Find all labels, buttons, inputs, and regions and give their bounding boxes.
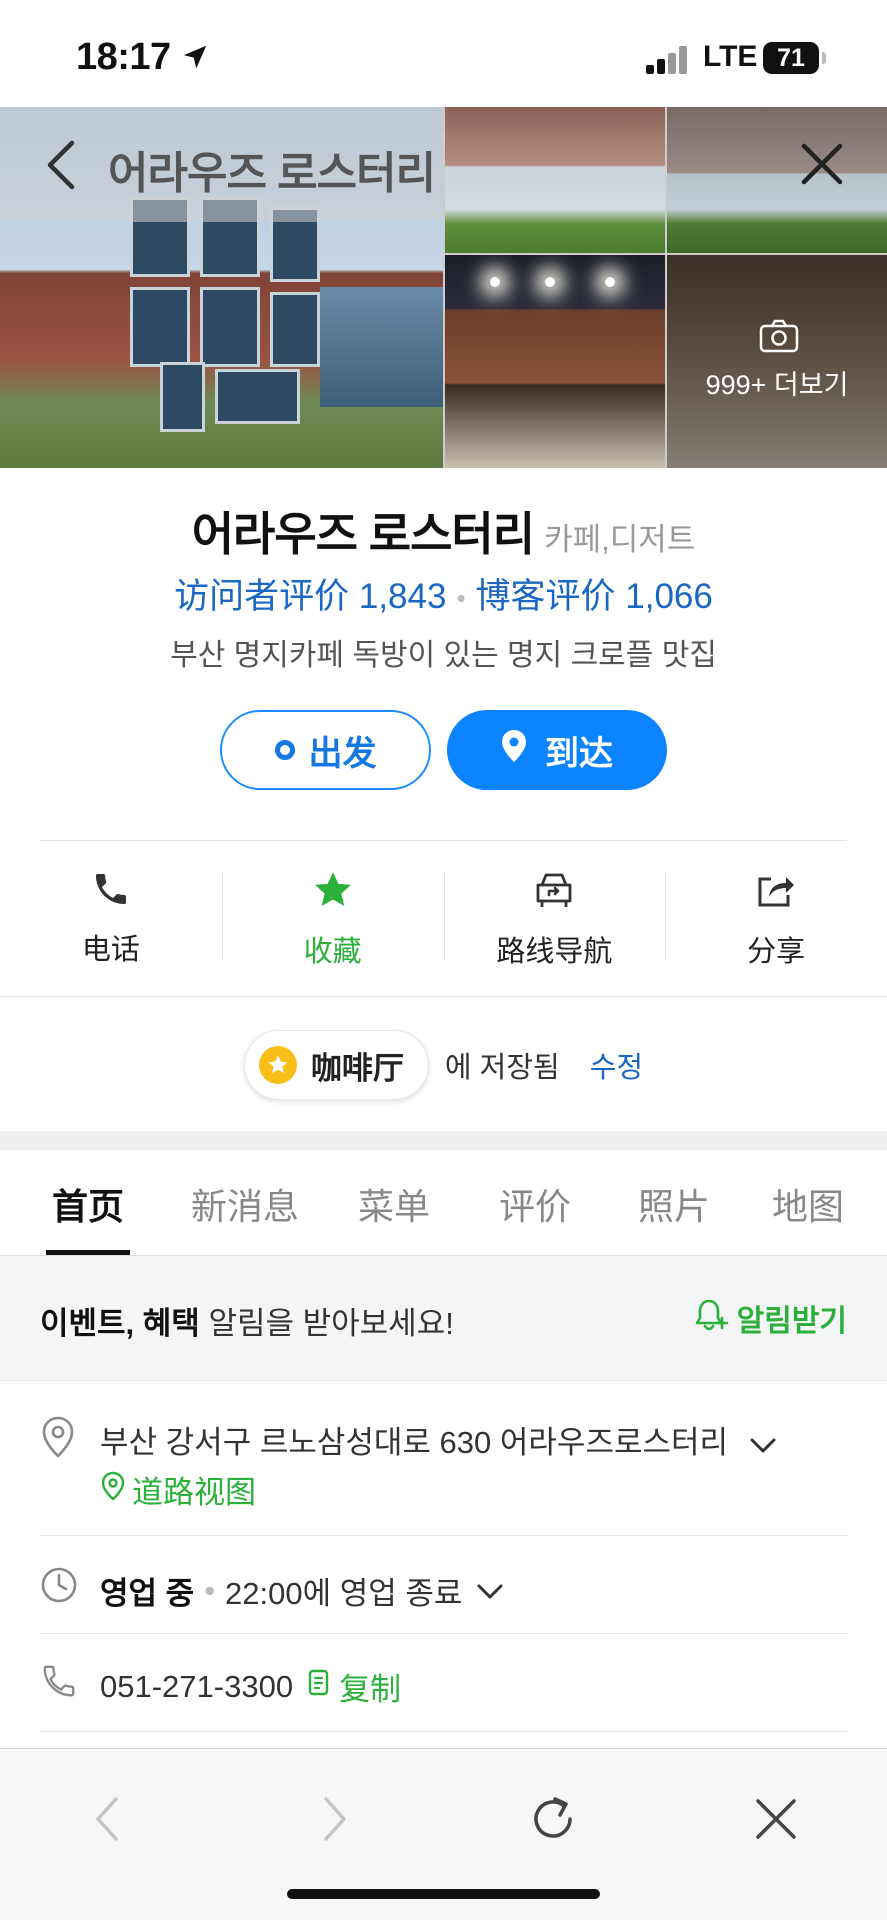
star-icon xyxy=(312,869,354,916)
header-title: 어라우즈 로스터리 xyxy=(108,149,436,198)
saved-list-row: 咖啡厅 에 저장됨 수정 xyxy=(0,1030,887,1100)
photo-more-button[interactable]: 999+ 더보기 xyxy=(667,255,887,468)
tab-news[interactable]: 新消息 xyxy=(191,1178,299,1230)
status-time: 18:17 xyxy=(76,36,171,78)
street-view-label: 道路视图 xyxy=(132,1475,256,1510)
place-name: 어라우즈 로스터리 xyxy=(191,508,535,560)
location-arrow-icon xyxy=(180,42,210,77)
blog-reviews-link[interactable]: 博客评价 1,066 xyxy=(476,577,713,616)
hours-text[interactable]: 영업 중 • 22:00에 영업 종료 xyxy=(100,1568,504,1613)
location-pin-icon xyxy=(40,1415,76,1464)
photo-thumb-1[interactable] xyxy=(445,107,665,253)
saved-text: 에 저장됨 xyxy=(444,1052,560,1084)
navigation-action[interactable]: 路线导航 xyxy=(443,841,666,996)
depart-label: 出发 xyxy=(308,734,377,773)
back-arrow-icon[interactable] xyxy=(42,137,82,198)
photo-more-label: 999+ 더보기 xyxy=(705,370,849,400)
favorite-action[interactable]: 收藏 xyxy=(221,841,444,996)
clock-icon xyxy=(40,1566,78,1609)
tab-photos[interactable]: 照片 xyxy=(638,1178,710,1230)
closing-time: 22:00에 영업 종료 xyxy=(225,1576,463,1611)
photo-gallery[interactable]: 999+ 더보기 어라우즈 로스터리 xyxy=(0,107,887,468)
chevron-down-icon[interactable] xyxy=(476,1573,504,1609)
bell-plus-icon xyxy=(693,1296,729,1340)
copy-label: 复制 xyxy=(339,1672,402,1707)
street-view-link[interactable]: 道路视图 xyxy=(100,1467,256,1512)
star-badge-icon xyxy=(258,1046,297,1084)
address-text[interactable]: 부산 강서구 르노삼성대로 630 어라우즈로스터리 xyxy=(100,1417,777,1463)
review-counts: 访问者评价 1,843 • 博客评价 1,066 xyxy=(0,568,887,619)
phone-row: 051-271-3300 复制 xyxy=(40,1634,847,1732)
close-browser-icon[interactable] xyxy=(752,1791,800,1852)
notice-bold: 이벤트, 혜택 xyxy=(40,1306,200,1341)
tab-reviews[interactable]: 评价 xyxy=(499,1178,571,1230)
tab-bar: 首页 新消息 菜单 评价 照片 地图 xyxy=(0,1150,887,1256)
phone-number[interactable]: 051-271-3300 xyxy=(100,1669,293,1705)
hours-row: 영업 중 • 22:00에 영업 종료 xyxy=(40,1536,847,1634)
place-category: 카페,디저트 xyxy=(544,522,696,557)
navigation-label: 路线导航 xyxy=(496,936,613,968)
origin-dot-icon xyxy=(274,740,295,760)
separator-dot: • xyxy=(204,1572,216,1608)
depart-button[interactable]: 出发 xyxy=(220,710,431,790)
visitor-reviews-link[interactable]: 访问者评价 1,843 xyxy=(174,577,446,616)
share-icon xyxy=(755,869,797,916)
call-action[interactable]: 电话 xyxy=(0,841,222,996)
back-nav-icon[interactable] xyxy=(88,1791,128,1852)
arrive-label: 到达 xyxy=(545,734,613,773)
notice-rest: 알림을 받아보세요! xyxy=(199,1306,454,1341)
section-separator xyxy=(0,1131,887,1150)
arrive-button[interactable]: 到达 xyxy=(447,710,667,790)
home-indicator xyxy=(287,1889,600,1899)
favorite-label: 收藏 xyxy=(303,936,362,968)
forward-nav-icon[interactable] xyxy=(314,1791,354,1852)
divider xyxy=(0,996,887,997)
call-label: 电话 xyxy=(81,934,140,966)
address-value: 부산 강서구 르노삼성대로 630 어라우즈로스터리 xyxy=(100,1425,729,1460)
subscribe-alerts-button[interactable]: 알림받기 xyxy=(693,1296,847,1340)
open-status: 영업 중 xyxy=(100,1576,195,1611)
phone-text: 051-271-3300 复制 xyxy=(100,1664,401,1709)
notice-text: 이벤트, 혜택 알림을 받아보세요! xyxy=(40,1298,454,1343)
close-icon[interactable] xyxy=(800,142,844,191)
navigation-icon xyxy=(532,869,576,916)
copy-icon xyxy=(307,1668,333,1706)
action-bar: 电话 收藏 路线导航 分享 xyxy=(0,841,887,996)
camera-icon xyxy=(759,319,799,358)
tab-home[interactable]: 首页 xyxy=(52,1178,124,1230)
status-bar: 18:17 LTE 71 xyxy=(0,0,887,107)
separator-dot: • xyxy=(456,583,466,614)
place-title-row: 어라우즈 로스터리 카페,디저트 xyxy=(0,498,887,564)
street-view-pin-icon xyxy=(100,1471,126,1509)
tab-menu[interactable]: 菜单 xyxy=(358,1178,430,1230)
tab-map[interactable]: 地图 xyxy=(772,1178,844,1230)
subscribe-label: 알림받기 xyxy=(736,1305,847,1338)
share-label: 分享 xyxy=(747,936,806,968)
photo-thumb-3[interactable] xyxy=(445,255,665,468)
refresh-icon[interactable] xyxy=(526,1791,580,1852)
network-type: LTE xyxy=(703,40,758,73)
copy-button[interactable]: 复制 xyxy=(307,1664,401,1709)
battery-icon: 71 xyxy=(763,42,826,74)
share-action[interactable]: 分享 xyxy=(665,841,887,996)
address-row: 부산 강서구 르노삼성대로 630 어라우즈로스터리 道路视图 xyxy=(40,1415,847,1536)
map-pin-icon xyxy=(501,729,527,772)
active-tab-indicator xyxy=(46,1250,130,1255)
place-description: 부산 명지카페 독방이 있는 명지 크로플 맛집 xyxy=(170,639,717,672)
photo-thumb-2[interactable] xyxy=(667,107,887,253)
notification-banner: 이벤트, 혜택 알림을 받아보세요! 알림받기 xyxy=(0,1256,887,1381)
saved-list-chip[interactable]: 咖啡厅 xyxy=(243,1030,429,1100)
phone-icon xyxy=(91,869,131,914)
phone-outline-icon xyxy=(40,1662,78,1705)
cellular-signal-icon xyxy=(646,46,688,74)
edit-link[interactable]: 수정 xyxy=(590,1044,643,1086)
saved-list-name: 咖啡厅 xyxy=(310,1050,404,1086)
chevron-down-icon[interactable] xyxy=(749,1427,777,1463)
